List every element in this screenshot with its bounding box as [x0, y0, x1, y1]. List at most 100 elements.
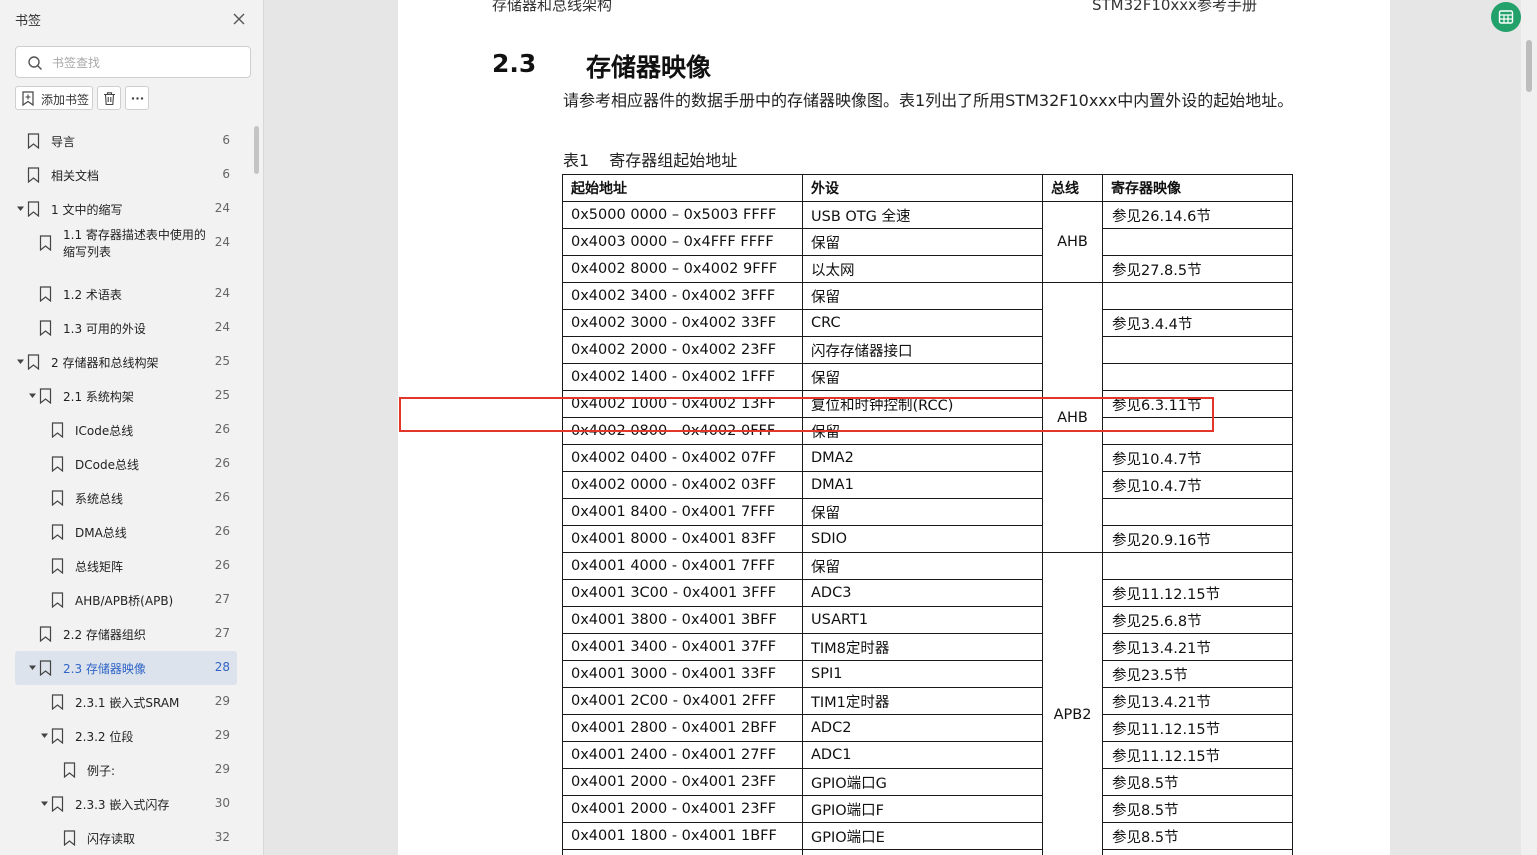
bookmark-item[interactable]: ICode总线 26 [15, 413, 237, 447]
bookmark-label: 2.3.3 嵌入式闪存 [75, 798, 170, 812]
table-row: 0x4001 2C00 - 0x4001 2FFF TIM1定时器 参见13.4.2… [562, 687, 1293, 715]
peripheral-cell: 保留 [802, 228, 1043, 256]
bookmark-label: DMA总线 [75, 526, 127, 540]
table-caption-title: 寄存器组起始地址 [609, 151, 738, 170]
bookmark-page-number: 26 [214, 558, 230, 572]
sidebar-scrollbar[interactable] [254, 126, 259, 174]
bookmark-page-number: 26 [214, 490, 230, 504]
document-scrollbar-thumb[interactable] [1526, 40, 1532, 92]
address-cell: 0x5000 0000 – 0x5003 FFFF [562, 201, 803, 229]
register-map-cell [1102, 363, 1293, 391]
bookmark-item[interactable]: AHB/APB桥(APB) 27 [15, 583, 237, 617]
close-icon[interactable] [229, 9, 249, 29]
caret-down-icon[interactable] [16, 204, 25, 213]
bookmark-item[interactable]: 1.1 寄存器描述表中使用的缩写列表 24 [15, 226, 237, 260]
address-cell: 0x4003 0000 – 0x4FFF FFFF [562, 228, 803, 256]
table-row: 0x4001 8000 - 0x4001 83FF SDIO 参见20.9.16节 [562, 525, 1293, 553]
address-cell: 0x4001 2000 - 0x4001 23FF [562, 768, 803, 796]
table-header-cell: 总线 [1042, 174, 1103, 202]
caret-down-icon[interactable] [16, 357, 25, 366]
address-cell: 0x4001 8400 - 0x4001 7FFF [562, 498, 803, 526]
bookmark-item[interactable]: DCode总线 26 [15, 447, 237, 481]
bookmark-item[interactable]: 导言 6 [15, 124, 237, 158]
bookmark-item[interactable]: 2.3.2 位段 29 [15, 719, 237, 753]
address-cell: 0x4001 4000 - 0x4001 7FFF [562, 552, 803, 580]
bookmark-page-number: 25 [214, 354, 230, 368]
bookmark-item[interactable]: 闪存读取 32 [15, 821, 237, 855]
document-scrollbar[interactable] [1521, 0, 1537, 855]
table-row: 0x4001 3400 - 0x4001 37FF TIM8定时器 参见13.4.2… [562, 633, 1293, 661]
address-cell: 0x4001 3800 - 0x4001 3BFF [562, 606, 803, 634]
register-map-cell: 参见27.8.5节 [1102, 255, 1293, 283]
more-options-button[interactable] [125, 86, 149, 110]
address-cell: 0x4001 2400 - 0x4001 27FF [562, 741, 803, 769]
bookmark-search-box [15, 46, 251, 78]
bookmark-page-number: 26 [214, 422, 230, 436]
bookmark-label: 1.1 寄存器描述表中使用的缩写列表 [63, 228, 206, 259]
bookmark-item[interactable]: 2 存储器和总线构架 25 [15, 345, 237, 379]
table-row: 0x4001 1400 - 0x4001 17FF [562, 849, 1293, 855]
register-map-cell: 参见3.4.4节 [1102, 309, 1293, 337]
search-icon [27, 55, 43, 71]
bookmark-label: AHB/APB桥(APB) [75, 594, 174, 608]
pdf-reader-app: 书签 添加书签 导言6相关文档61 [0, 0, 1537, 855]
bookmark-item[interactable]: 2.3.1 嵌入式SRAM 29 [15, 685, 237, 719]
bookmark-icon [39, 626, 52, 642]
register-map-cell: 参见8.5节 [1102, 795, 1293, 823]
peripheral-cell: USART1 [802, 606, 1043, 634]
caret-down-icon[interactable] [28, 391, 37, 400]
table-header-row: 起始地址 外设 总线 寄存器映像 [562, 174, 1293, 202]
register-map-cell [1102, 417, 1293, 445]
bookmark-search-input[interactable] [52, 53, 242, 73]
bookmark-item[interactable]: 2.3.3 嵌入式闪存 30 [15, 787, 237, 821]
bookmark-item[interactable]: 1.3 可用的外设 24 [15, 311, 237, 345]
table-tool-button[interactable] [1491, 2, 1521, 32]
caret-down-icon[interactable] [40, 799, 49, 808]
table-caption: 表1 寄存器组起始地址 [563, 147, 737, 171]
table-header-cell: 起始地址 [562, 174, 803, 202]
bookmark-item[interactable]: 系统总线 26 [15, 481, 237, 515]
more-icon [131, 97, 144, 100]
bookmark-page-number: 6 [222, 167, 230, 181]
table-header-cell: 外设 [802, 174, 1043, 202]
bookmark-item[interactable]: 1 文中的缩写 24 [15, 192, 237, 226]
bookmark-item[interactable]: 2.2 存储器组织 27 [15, 617, 237, 651]
bookmark-item[interactable]: 1.2 术语表 24 [15, 277, 237, 311]
bookmark-label: 1.3 可用的外设 [63, 322, 146, 336]
bookmark-label: 总线矩阵 [75, 560, 124, 574]
bookmark-icon [27, 201, 40, 217]
bookmark-item[interactable]: 2.3 存储器映像 28 [15, 651, 237, 685]
add-bookmark-label: 添加书签 [41, 93, 90, 107]
peripheral-cell: 闪存存储器接口 [802, 336, 1043, 364]
table-row: 0x4001 3800 - 0x4001 3BFF USART1 参见25.6.8节 [562, 606, 1293, 634]
peripheral-cell: 保留 [802, 498, 1043, 526]
running-header-right: STM32F10xxx参考手册 [1092, 0, 1258, 14]
peripheral-cell: USB OTG 全速 [802, 201, 1043, 229]
bookmark-page-number: 27 [214, 626, 230, 640]
register-map-cell [1102, 282, 1293, 310]
bookmark-item[interactable]: DMA总线 26 [15, 515, 237, 549]
peripheral-cell: 保留 [802, 282, 1043, 310]
bookmark-item[interactable]: 2.1 系统构架 25 [15, 379, 237, 413]
bookmark-item[interactable]: 例子: 29 [15, 753, 237, 787]
bookmark-page-number: 25 [214, 388, 230, 402]
address-cell: 0x4001 2000 - 0x4001 23FF [562, 795, 803, 823]
caret-down-icon[interactable] [40, 731, 49, 740]
bookmark-icon [63, 830, 76, 846]
table-row: 0x4001 8400 - 0x4001 7FFF 保留 [562, 498, 1293, 526]
delete-bookmark-button[interactable] [97, 86, 121, 110]
table-row: 0x4002 1400 - 0x4002 1FFF 保留 [562, 363, 1293, 391]
bookmark-item[interactable]: 相关文档 6 [15, 158, 237, 192]
bookmark-label: 系统总线 [75, 492, 124, 506]
table-row: 0x4001 2800 - 0x4001 2BFF ADC2 参见11.12.15节 [562, 714, 1293, 742]
bookmark-icon [39, 320, 52, 336]
bus-cell: AHB [1042, 282, 1103, 553]
caret-down-icon[interactable] [28, 663, 37, 672]
bookmark-icon [63, 762, 76, 778]
add-bookmark-button[interactable]: 添加书签 [15, 86, 93, 110]
peripheral-cell: ADC2 [802, 714, 1043, 742]
register-map-cell: 参见13.4.21节 [1102, 687, 1293, 715]
bookmark-item[interactable]: 总线矩阵 26 [15, 549, 237, 583]
table-row: 0x4001 2000 - 0x4001 23FF GPIO端口G 参见8.5节 [562, 768, 1293, 796]
table-caption-number: 表1 [563, 151, 590, 170]
